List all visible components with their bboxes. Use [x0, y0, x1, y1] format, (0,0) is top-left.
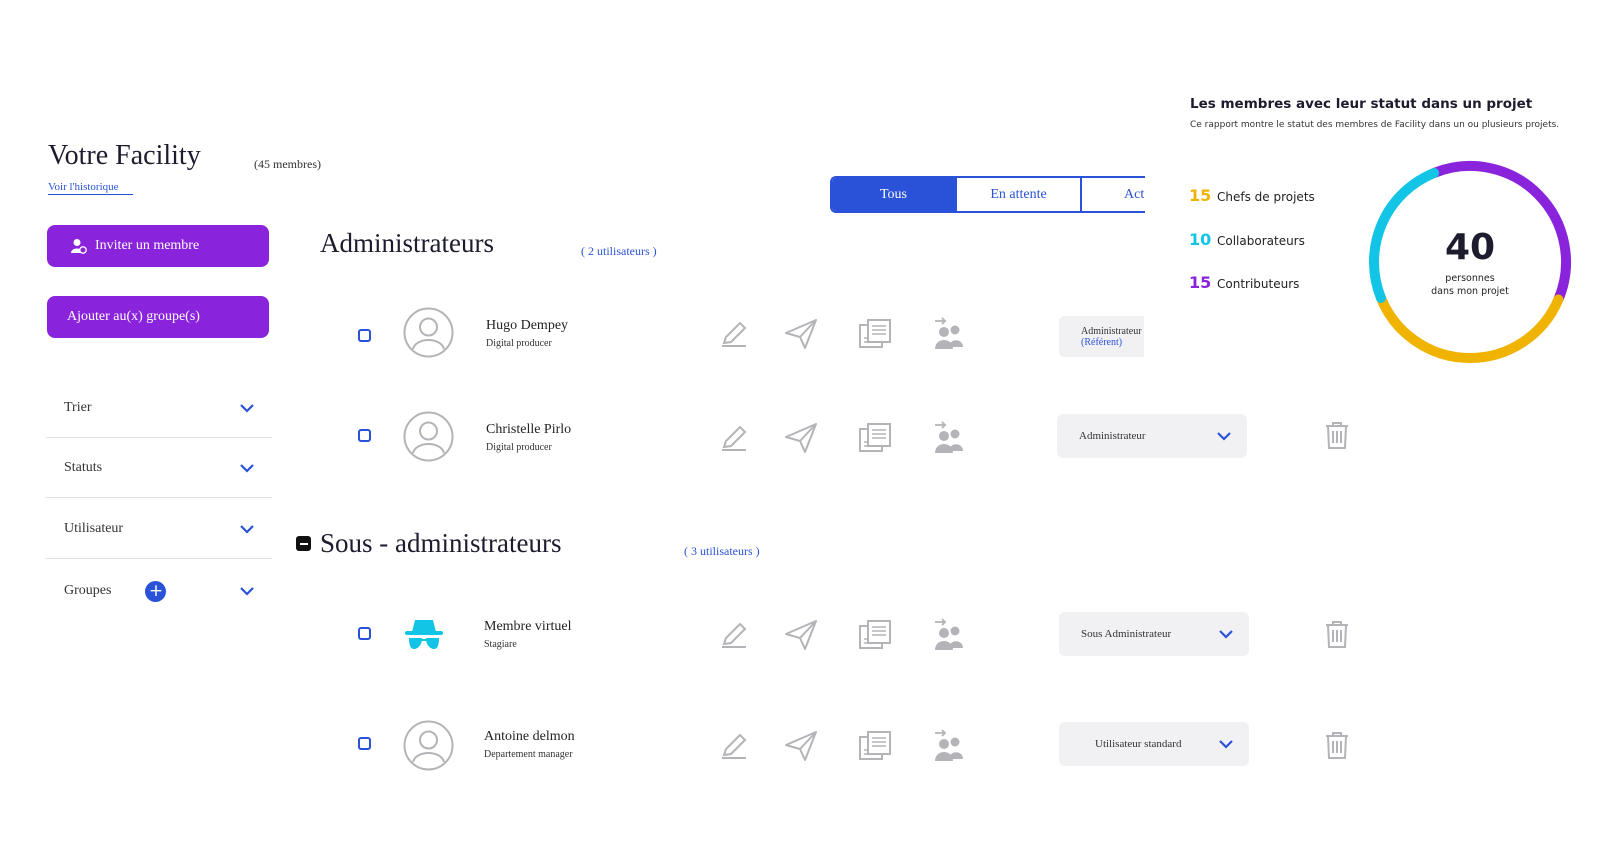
filter-user-label: Utilisateur: [64, 520, 124, 536]
send-icon[interactable]: [783, 728, 819, 764]
legend-item-contributors: 15 Contributeurs: [1189, 273, 1299, 292]
legend-value: 10: [1189, 230, 1212, 249]
add-user-icon: [71, 239, 87, 254]
role-select-value: Administrateur: [1081, 325, 1142, 337]
role-select[interactable]: Administrateur: [1057, 414, 1247, 458]
chevron-down-icon: [1219, 740, 1233, 749]
role-select[interactable]: Sous Administrateur: [1059, 612, 1249, 656]
legend-label: Collaborateurs: [1217, 234, 1305, 248]
group-members-icon[interactable]: [931, 617, 967, 653]
filter-sort-label: Trier: [64, 399, 92, 415]
filter-status[interactable]: Statuts: [46, 438, 272, 498]
send-icon[interactable]: [783, 617, 819, 653]
row-checkbox[interactable]: [358, 627, 371, 640]
filter-groups-label: Groupes: [64, 583, 112, 598]
history-link[interactable]: Voir l'historique: [48, 181, 133, 195]
group-members-icon[interactable]: [931, 420, 967, 456]
edit-icon[interactable]: [716, 316, 752, 352]
row-checkbox[interactable]: [358, 329, 371, 342]
chevron-down-icon: [240, 524, 254, 534]
trash-icon[interactable]: [1324, 731, 1350, 759]
role-select-value: Sous Administrateur: [1081, 628, 1172, 640]
section-count-subadmins: ( 3 utilisateurs ): [684, 544, 760, 558]
donut-center: 40 personnes dans mon projet: [1364, 156, 1576, 368]
chevron-down-icon: [240, 463, 254, 473]
filter-groups[interactable]: Groupes +: [46, 561, 272, 621]
documents-icon[interactable]: [857, 316, 893, 352]
role-select[interactable]: Administrateur (Référent): [1059, 316, 1144, 357]
legend-value: 15: [1189, 273, 1212, 292]
legend-value: 15: [1189, 186, 1212, 205]
user-role: Departement manager: [484, 749, 573, 760]
role-select-value: Utilisateur standard: [1095, 738, 1182, 750]
legend-label: Contributeurs: [1217, 277, 1300, 291]
section-count-admins: ( 2 utilisateurs ): [581, 244, 657, 258]
user-role: Digital producer: [486, 442, 552, 453]
collapse-section-icon[interactable]: [296, 536, 311, 551]
user-name: Hugo Dempey: [486, 318, 569, 333]
legend-item-project-leads: 15 Chefs de projets: [1189, 186, 1315, 205]
legend-label: Chefs de projets: [1217, 190, 1315, 204]
user-role: Digital producer: [486, 338, 552, 349]
donut-total: 40: [1444, 226, 1496, 268]
add-to-group-button[interactable]: Ajouter au(x) groupe(s): [47, 296, 269, 338]
send-icon[interactable]: [783, 316, 819, 352]
avatar-icon: [403, 411, 454, 462]
stats-title: Les membres avec leur statut dans un pro…: [1190, 96, 1533, 112]
chevron-down-icon: [240, 403, 254, 413]
section-title-subadmins: Sous - administrateurs: [320, 528, 562, 558]
donut-total-label-2: dans mon projet: [1431, 286, 1509, 297]
group-members-icon[interactable]: [931, 728, 967, 764]
role-select-subvalue: (Référent): [1081, 336, 1123, 348]
edit-icon[interactable]: [716, 728, 752, 764]
documents-icon[interactable]: [857, 420, 893, 456]
edit-icon[interactable]: [716, 420, 752, 456]
tab-active[interactable]: Act: [1082, 178, 1144, 211]
user-role: Stagiare: [484, 639, 517, 650]
avatar-icon: [403, 307, 454, 358]
stats-subtitle: Ce rapport montre le statut des membres …: [1190, 120, 1560, 130]
invite-member-label: Inviter un membre: [95, 238, 200, 253]
status-tabs: Tous En attente Act: [830, 176, 1145, 213]
role-select-value: Administrateur: [1079, 430, 1146, 442]
invite-member-button[interactable]: Inviter un membre: [47, 225, 269, 267]
member-count: (45 membres): [254, 157, 321, 171]
documents-icon[interactable]: [857, 617, 893, 653]
user-name: Christelle Pirlo: [486, 422, 572, 437]
legend-item-collaborators: 10 Collaborateurs: [1189, 230, 1305, 249]
filter-user[interactable]: Utilisateur: [46, 499, 272, 559]
row-checkbox[interactable]: [358, 429, 371, 442]
tab-all[interactable]: Tous: [832, 178, 957, 211]
avatar-icon: [403, 720, 454, 771]
send-icon[interactable]: [783, 420, 819, 456]
chevron-down-icon: [240, 587, 254, 596]
add-to-group-label: Ajouter au(x) groupe(s): [67, 309, 200, 324]
user-name: Membre virtuel: [484, 619, 572, 634]
row-checkbox[interactable]: [358, 737, 371, 750]
group-members-icon[interactable]: [931, 316, 967, 352]
page-title: Votre Facility: [48, 140, 201, 171]
incognito-icon: [405, 620, 443, 649]
edit-icon[interactable]: [716, 617, 752, 653]
role-select[interactable]: Utilisateur standard: [1059, 722, 1249, 766]
trash-icon[interactable]: [1324, 620, 1350, 648]
donut-total-label-1: personnes: [1445, 272, 1495, 284]
add-group-icon[interactable]: +: [145, 580, 167, 602]
chevron-down-icon: [1219, 630, 1233, 639]
tab-pending[interactable]: En attente: [957, 178, 1082, 211]
user-name: Antoine delmon: [484, 729, 575, 744]
filter-status-label: Statuts: [64, 459, 103, 475]
section-title-admins: Administrateurs: [320, 228, 494, 258]
trash-icon[interactable]: [1324, 421, 1350, 449]
filter-sort[interactable]: Trier: [46, 378, 272, 438]
documents-icon[interactable]: [857, 728, 893, 764]
chevron-down-icon: [1217, 432, 1231, 441]
